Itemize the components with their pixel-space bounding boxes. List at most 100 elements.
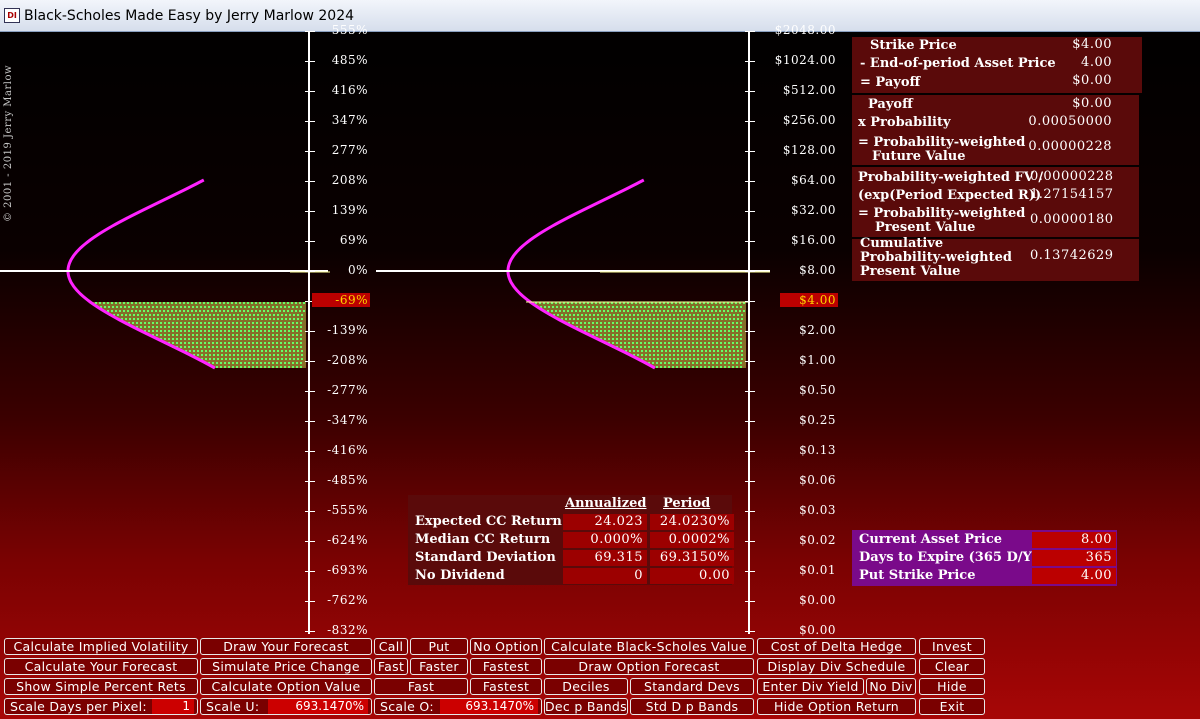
display-div-schedule-button[interactable]: Display Div Schedule (757, 658, 916, 675)
right-probability-area-dot (629, 350, 631, 352)
right-probability-area-dot (741, 314, 743, 316)
scale-o-field[interactable]: 693.1470% (440, 699, 538, 714)
right-probability-area-dot (636, 326, 638, 328)
right-probability-area-dot (613, 318, 615, 320)
calc-bs-value-button[interactable]: Calculate Black-Scholes Value (544, 638, 754, 655)
hide-button[interactable]: Hide (919, 678, 985, 695)
right-probability-area-dot (736, 330, 738, 332)
right-axis-tick-label: $0.00 (799, 593, 836, 607)
current-asset-price-input[interactable]: 8.00 (1032, 532, 1116, 548)
left-probability-area-dot (121, 314, 123, 316)
median-cc-annualized: 0.000% (563, 532, 647, 548)
left-probability-area-dot (164, 334, 166, 336)
invest-button[interactable]: Invest (919, 638, 985, 655)
left-probability-area-dot (228, 362, 230, 364)
draw-option-forecast-button[interactable]: Draw Option Forecast (544, 658, 754, 675)
opt-fast-button[interactable]: Fast (374, 678, 468, 695)
right-probability-area-dot (569, 314, 571, 316)
left-probability-area-dot (212, 334, 214, 336)
left-probability-area-dot (288, 306, 290, 308)
right-probability-area-dot (728, 322, 730, 324)
calc-option-value-button[interactable]: Calculate Option Value (200, 678, 372, 695)
right-probability-area-dot (624, 346, 626, 348)
show-simple-pct-button[interactable]: Show Simple Percent Rets (4, 678, 198, 695)
left-probability-area-dot (247, 302, 249, 304)
right-probability-area-dot (593, 314, 595, 316)
left-probability-area-dot (289, 354, 291, 356)
no-div-button[interactable]: No Div (866, 678, 916, 695)
days-to-expire-input[interactable]: 365 (1032, 550, 1116, 566)
right-probability-area-dot (733, 358, 735, 360)
payoff-value: $0.00 (1072, 73, 1112, 88)
exp-period-value: 1.27154157 (1030, 187, 1114, 202)
cost-delta-hedge-button[interactable]: Cost of Delta Hedge (757, 638, 916, 655)
right-probability-area-dot (680, 322, 682, 324)
right-axis-tick-label: $32.00 (791, 203, 836, 217)
left-probability-area-dot (296, 342, 298, 344)
left-probability-area-dot (248, 326, 250, 328)
right-probability-area-dot (664, 306, 666, 308)
sim-fast-button[interactable]: Fast (374, 658, 408, 675)
right-probability-area-dot (676, 338, 678, 340)
left-probability-area-dot (209, 350, 211, 352)
left-probability-area-dot (180, 334, 182, 336)
put-strike-input[interactable]: 4.00 (1032, 568, 1116, 584)
left-probability-area-dot (261, 354, 263, 356)
put-button[interactable]: Put (410, 638, 468, 655)
pw-fv-label-2: Future Value (872, 149, 966, 164)
right-probability-area-dot (728, 330, 730, 332)
clear-button[interactable]: Clear (919, 658, 985, 675)
right-probability-area-dot (688, 334, 690, 336)
left-probability-area-dot (252, 366, 254, 368)
right-probability-area-dot (668, 338, 670, 340)
scale-u-field[interactable]: 693.1470% (268, 699, 368, 714)
right-probability-area-dot (729, 318, 731, 320)
left-probability-area-dot (288, 334, 290, 336)
left-probability-area-dot (216, 326, 218, 328)
right-probability-area-dot (684, 366, 686, 368)
left-axis-tick-label: 69% (339, 233, 368, 247)
calc-forecast-button[interactable]: Calculate Your Forecast (4, 658, 198, 675)
right-axis-tick-label: $4.00 (780, 293, 838, 307)
left-probability-area-dot (295, 302, 297, 304)
enter-div-yield-button[interactable]: Enter Div Yield (757, 678, 864, 695)
left-probability-area-dot (173, 318, 175, 320)
right-probability-area-dot (636, 342, 638, 344)
right-probability-area-dot (736, 366, 738, 368)
left-probability-area-dot (185, 314, 187, 316)
left-probability-area-dot (117, 314, 119, 316)
right-axis-tick-label: $16.00 (791, 233, 836, 247)
call-button[interactable]: Call (374, 638, 408, 655)
right-probability-area-dot (652, 306, 654, 308)
right-probability-area-dot (645, 314, 647, 316)
left-probability-area-dot (195, 310, 197, 312)
left-probability-area-dot (288, 330, 290, 332)
right-probability-area-dot (741, 318, 743, 320)
simulate-price-button[interactable]: Simulate Price Change (200, 658, 372, 675)
left-probability-area-dot (233, 354, 235, 356)
left-probability-area-dot (200, 306, 202, 308)
left-probability-area-dot (148, 306, 150, 308)
right-probability-area-dot (729, 358, 731, 360)
no-option-button[interactable]: No Option (470, 638, 542, 655)
dec-p-bands-button[interactable]: Dec p Bands (544, 698, 628, 715)
right-probability-area-dot (636, 338, 638, 340)
opt-fastest-button[interactable]: Fastest (470, 678, 542, 695)
left-probability-area-dot (264, 334, 266, 336)
scale-days-field[interactable]: 1 (152, 699, 194, 714)
right-probability-area-dot (693, 350, 695, 352)
right-probability-area-dot (563, 310, 565, 312)
left-probability-area-dot (285, 314, 287, 316)
hide-option-return-button[interactable]: Hide Option Return (757, 698, 916, 715)
draw-forecast-button[interactable]: Draw Your Forecast (200, 638, 372, 655)
sim-faster-button[interactable]: Faster (410, 658, 468, 675)
sim-fastest-button[interactable]: Fastest (470, 658, 542, 675)
standard-devs-button[interactable]: Standard Devs (630, 678, 754, 695)
left-probability-area-dot (216, 338, 218, 340)
std-d-p-bands-button[interactable]: Std D p Bands (630, 698, 754, 715)
left-probability-area-dot (263, 310, 265, 312)
left-probability-area-dot (268, 326, 270, 328)
deciles-button[interactable]: Deciles (544, 678, 628, 695)
exit-button[interactable]: Exit (919, 698, 985, 715)
calc-implied-vol-button[interactable]: Calculate Implied Volatility (4, 638, 198, 655)
